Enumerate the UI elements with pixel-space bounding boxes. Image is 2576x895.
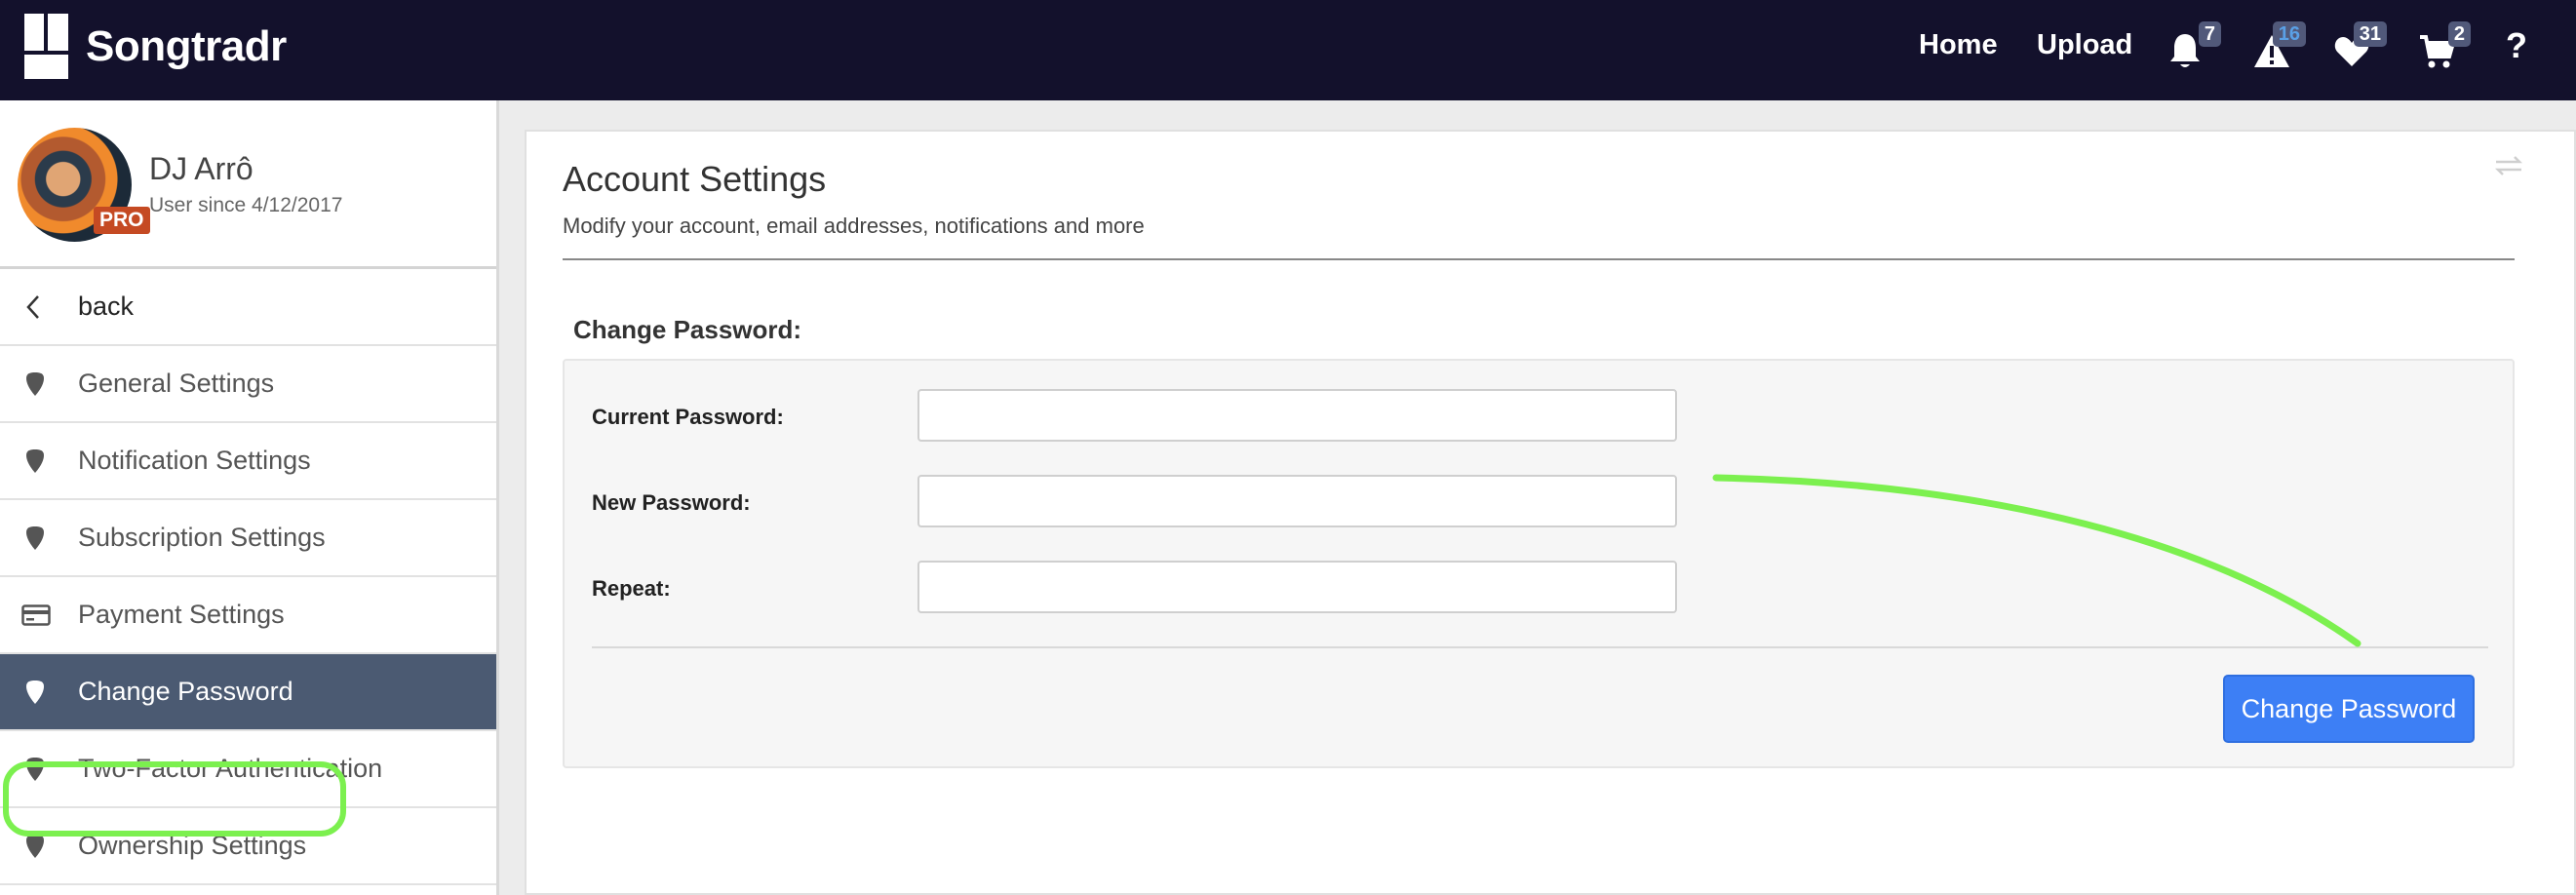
- user-profile: PRO DJ Arrô User since 4/12/2017: [0, 100, 496, 269]
- sidebar-item-notification-settings[interactable]: Notification Settings: [0, 423, 496, 500]
- favorites-button[interactable]: 31: [2334, 21, 2387, 74]
- change-password-form: Current Password: New Password: Repeat: …: [563, 359, 2515, 768]
- cart-button[interactable]: 2: [2418, 21, 2471, 74]
- back-link[interactable]: back: [0, 269, 496, 346]
- help-button[interactable]: ?: [2506, 25, 2527, 66]
- repeat-password-label: Repeat:: [592, 576, 671, 601]
- favorites-badge: 31: [2353, 21, 2387, 47]
- chevron-left-icon: [26, 294, 39, 319]
- credit-card-icon: [21, 603, 51, 626]
- cart-badge: 2: [2447, 21, 2471, 47]
- bell-icon: [2170, 34, 2200, 67]
- guitar-pick-icon: [26, 834, 44, 858]
- pro-badge: PRO: [94, 207, 150, 234]
- sidebar-item-label: Notification Settings: [78, 446, 311, 475]
- repeat-password-input[interactable]: [917, 561, 1677, 613]
- user-since: User since 4/12/2017: [149, 194, 343, 216]
- new-password-label: New Password:: [592, 490, 751, 515]
- logo-text: Songtradr: [86, 21, 287, 70]
- sidebar-item-payment-settings[interactable]: Payment Settings: [0, 577, 496, 654]
- swap-arrows-icon[interactable]: [2494, 155, 2523, 176]
- logo-icon: [24, 14, 68, 79]
- guitar-pick-icon: [26, 680, 44, 704]
- user-name: DJ Arrô: [149, 151, 254, 186]
- annotation-highlight-ring: [3, 761, 346, 837]
- sidebar-item-general-settings[interactable]: General Settings: [0, 346, 496, 423]
- sidebar-item-change-password[interactable]: Change Password: [0, 654, 496, 731]
- page-subtitle: Modify your account, email addresses, no…: [563, 214, 1145, 238]
- guitar-pick-icon: [26, 448, 44, 473]
- sidebar-item-subscription-settings[interactable]: Subscription Settings: [0, 500, 496, 577]
- guitar-pick-icon: [26, 371, 44, 396]
- current-password-label: Current Password:: [592, 405, 784, 429]
- sidebar-item-label: General Settings: [78, 369, 275, 398]
- back-label: back: [78, 292, 135, 321]
- guitar-pick-icon: [26, 525, 44, 550]
- alerts-badge: 16: [2272, 21, 2306, 47]
- account-settings-panel: Account Settings Modify your account, em…: [525, 130, 2576, 895]
- settings-sidebar: PRO DJ Arrô User since 4/12/2017 back Ge…: [0, 100, 499, 895]
- nav-home-link[interactable]: Home: [1919, 29, 1998, 61]
- change-password-button[interactable]: Change Password: [2223, 675, 2475, 743]
- top-navbar: Songtradr Home Upload 7 16 31 2 ?: [0, 0, 2576, 100]
- nav-upload-link[interactable]: Upload: [2037, 29, 2132, 61]
- sidebar-item-label: Change Password: [78, 677, 293, 706]
- songtradr-logo[interactable]: Songtradr: [24, 14, 287, 79]
- notifications-button[interactable]: 7: [2168, 21, 2221, 74]
- notifications-badge: 7: [2198, 21, 2221, 47]
- alerts-button[interactable]: 16: [2253, 21, 2306, 74]
- sidebar-item-label: Subscription Settings: [78, 523, 326, 552]
- new-password-input[interactable]: [917, 475, 1677, 527]
- page-title: Account Settings: [563, 159, 827, 199]
- sidebar-item-label: Payment Settings: [78, 600, 285, 629]
- title-divider: [563, 258, 2515, 260]
- current-password-input[interactable]: [917, 389, 1677, 442]
- section-title: Change Password:: [573, 315, 802, 344]
- form-divider: [592, 646, 2488, 648]
